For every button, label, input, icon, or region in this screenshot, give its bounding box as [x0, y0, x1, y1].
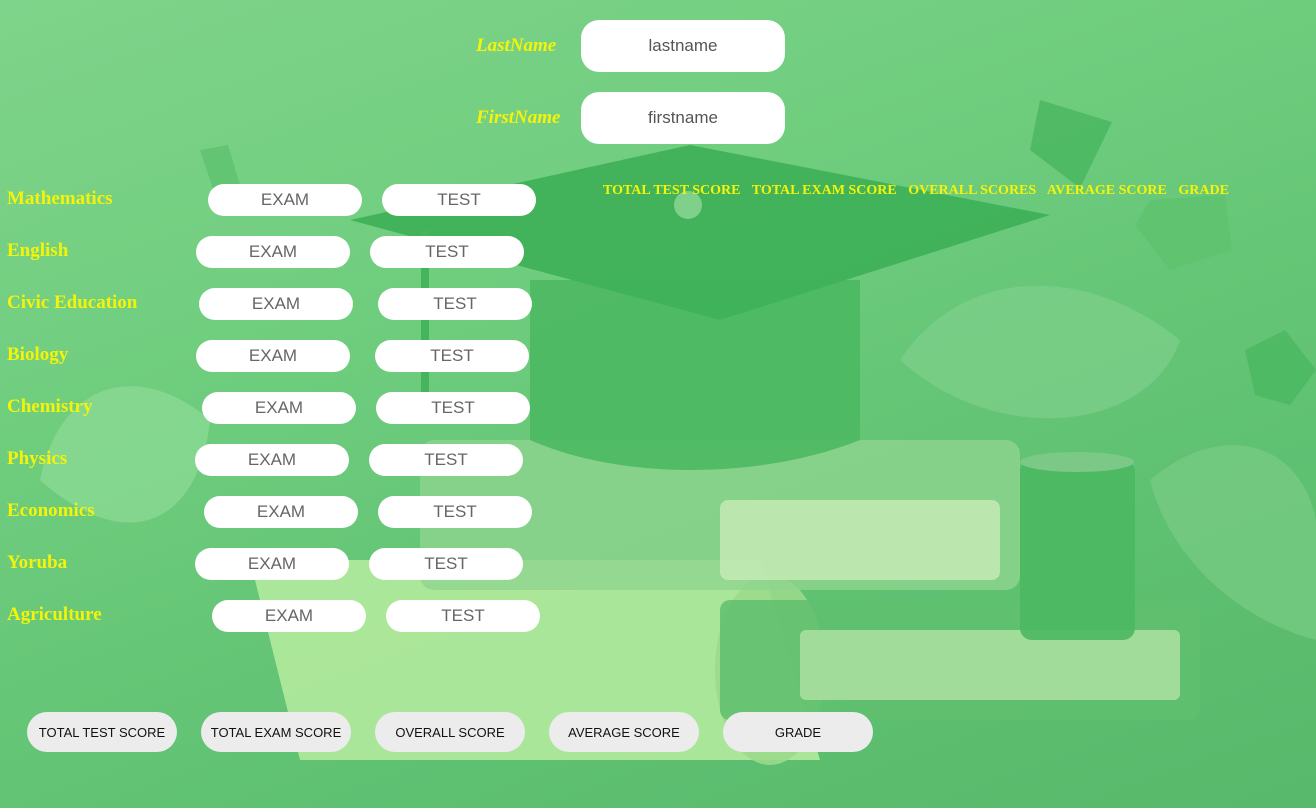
english-test-input[interactable]	[370, 236, 524, 268]
subject-label-biology: Biology	[7, 344, 69, 365]
english-exam-input[interactable]	[196, 236, 350, 268]
floating-cube-1	[1030, 100, 1112, 188]
floating-cube-3	[1245, 330, 1316, 405]
economics-exam-input[interactable]	[204, 496, 358, 528]
pencil-cup-shape	[1020, 460, 1135, 640]
firstname-input[interactable]	[581, 92, 785, 144]
physics-exam-input[interactable]	[195, 444, 349, 476]
chemistry-exam-input[interactable]	[202, 392, 356, 424]
results-headers: TOTAL TEST SCORE TOTAL EXAM SCORE OVERAL…	[603, 183, 1237, 199]
civic-education-test-input[interactable]	[378, 288, 532, 320]
subject-label-mathematics: Mathematics	[7, 188, 113, 209]
lastname-input[interactable]	[581, 20, 785, 72]
total-test-score-button[interactable]: TOTAL TEST SCORE	[27, 712, 177, 752]
average-score-button[interactable]: AVERAGE SCORE	[549, 712, 699, 752]
header-total-test-score: TOTAL TEST SCORE	[603, 183, 741, 198]
physics-test-input[interactable]	[369, 444, 523, 476]
pencil-cup-rim	[1020, 452, 1134, 472]
leaf-right-shape	[900, 285, 1180, 419]
book-bottom-pages	[800, 630, 1180, 700]
subject-label-english: English	[7, 240, 69, 261]
book-top-pages	[720, 500, 1000, 580]
subject-label-chemistry: Chemistry	[7, 396, 93, 417]
subject-label-physics: Physics	[7, 448, 68, 469]
agriculture-test-input[interactable]	[386, 600, 540, 632]
subject-label-civic-education: Civic Education	[7, 292, 138, 313]
subject-label-agriculture: Agriculture	[7, 604, 102, 625]
lastname-label: LastName	[476, 35, 557, 56]
yoruba-test-input[interactable]	[369, 548, 523, 580]
grade-button[interactable]: GRADE	[723, 712, 873, 752]
yoruba-exam-input[interactable]	[195, 548, 349, 580]
floating-cube-2	[1135, 195, 1232, 270]
subject-label-yoruba: Yoruba	[7, 552, 68, 573]
header-grade: GRADE	[1178, 183, 1229, 198]
total-exam-score-button[interactable]: TOTAL EXAM SCORE	[201, 712, 351, 752]
header-average-score: AVERAGE SCORE	[1046, 183, 1167, 198]
mathematics-test-input[interactable]	[382, 184, 536, 216]
firstname-label: FirstName	[476, 107, 561, 128]
subject-label-economics: Economics	[7, 500, 95, 521]
overall-score-button[interactable]: OVERALL SCORE	[375, 712, 525, 752]
agriculture-exam-input[interactable]	[212, 600, 366, 632]
economics-test-input[interactable]	[378, 496, 532, 528]
header-total-exam-score: TOTAL EXAM SCORE	[751, 183, 897, 198]
biology-test-input[interactable]	[375, 340, 529, 372]
mathematics-exam-input[interactable]	[208, 184, 362, 216]
biology-exam-input[interactable]	[196, 340, 350, 372]
header-overall-scores: OVERALL SCORES	[908, 183, 1037, 198]
civic-education-exam-input[interactable]	[199, 288, 353, 320]
chemistry-test-input[interactable]	[376, 392, 530, 424]
